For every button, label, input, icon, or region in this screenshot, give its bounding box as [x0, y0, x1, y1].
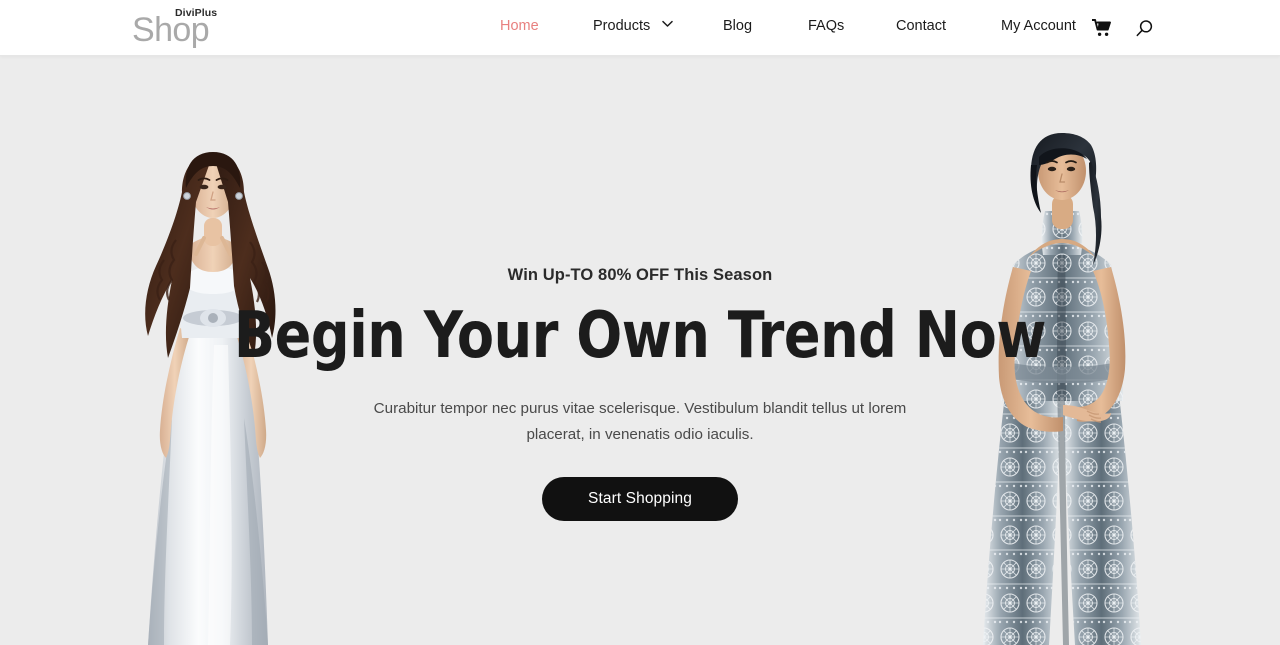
- nav-item-faqs[interactable]: FAQs: [808, 19, 844, 34]
- hero-image-right-model: [945, 115, 1180, 645]
- hero-eyebrow: Win Up-TO 80% OFF This Season: [507, 266, 773, 284]
- nav-label-contact: Contact: [896, 18, 946, 34]
- shopping-cart-icon: [1092, 19, 1112, 37]
- nav-item-my-account[interactable]: My Account: [1001, 19, 1076, 34]
- nav-label-home: Home: [500, 18, 539, 34]
- search-button[interactable]: [1130, 0, 1158, 56]
- hero-title: Begin Your Own Trend Now: [234, 298, 1046, 373]
- site-header: DiviPlus Shop Home Products Blog FAQs Co…: [0, 0, 1280, 56]
- nav-label-my-account: My Account: [1001, 18, 1076, 34]
- hero-paragraph: Curabitur tempor nec purus vitae sceleri…: [373, 399, 907, 443]
- nav-label-blog: Blog: [723, 18, 753, 34]
- nav-item-blog[interactable]: Blog: [723, 19, 752, 34]
- nav-item-home[interactable]: Home: [500, 19, 539, 34]
- main-navigation: Home Products Blog FAQs Contact My Accou…: [0, 0, 1280, 56]
- start-shopping-button[interactable]: Start Shopping: [542, 477, 738, 522]
- hero-section: Win Up-TO 80% OFF This Season Begin Your…: [0, 56, 1280, 645]
- nav-item-contact[interactable]: Contact: [896, 19, 946, 34]
- nav-label-faqs: FAQs: [808, 18, 845, 34]
- nav-item-products[interactable]: Products: [593, 18, 674, 34]
- chevron-down-icon: [662, 20, 674, 28]
- search-icon: [1135, 19, 1154, 38]
- nav-label-products: Products: [593, 18, 651, 34]
- cart-button[interactable]: [1088, 0, 1116, 56]
- hero-image-left-model: [118, 130, 338, 645]
